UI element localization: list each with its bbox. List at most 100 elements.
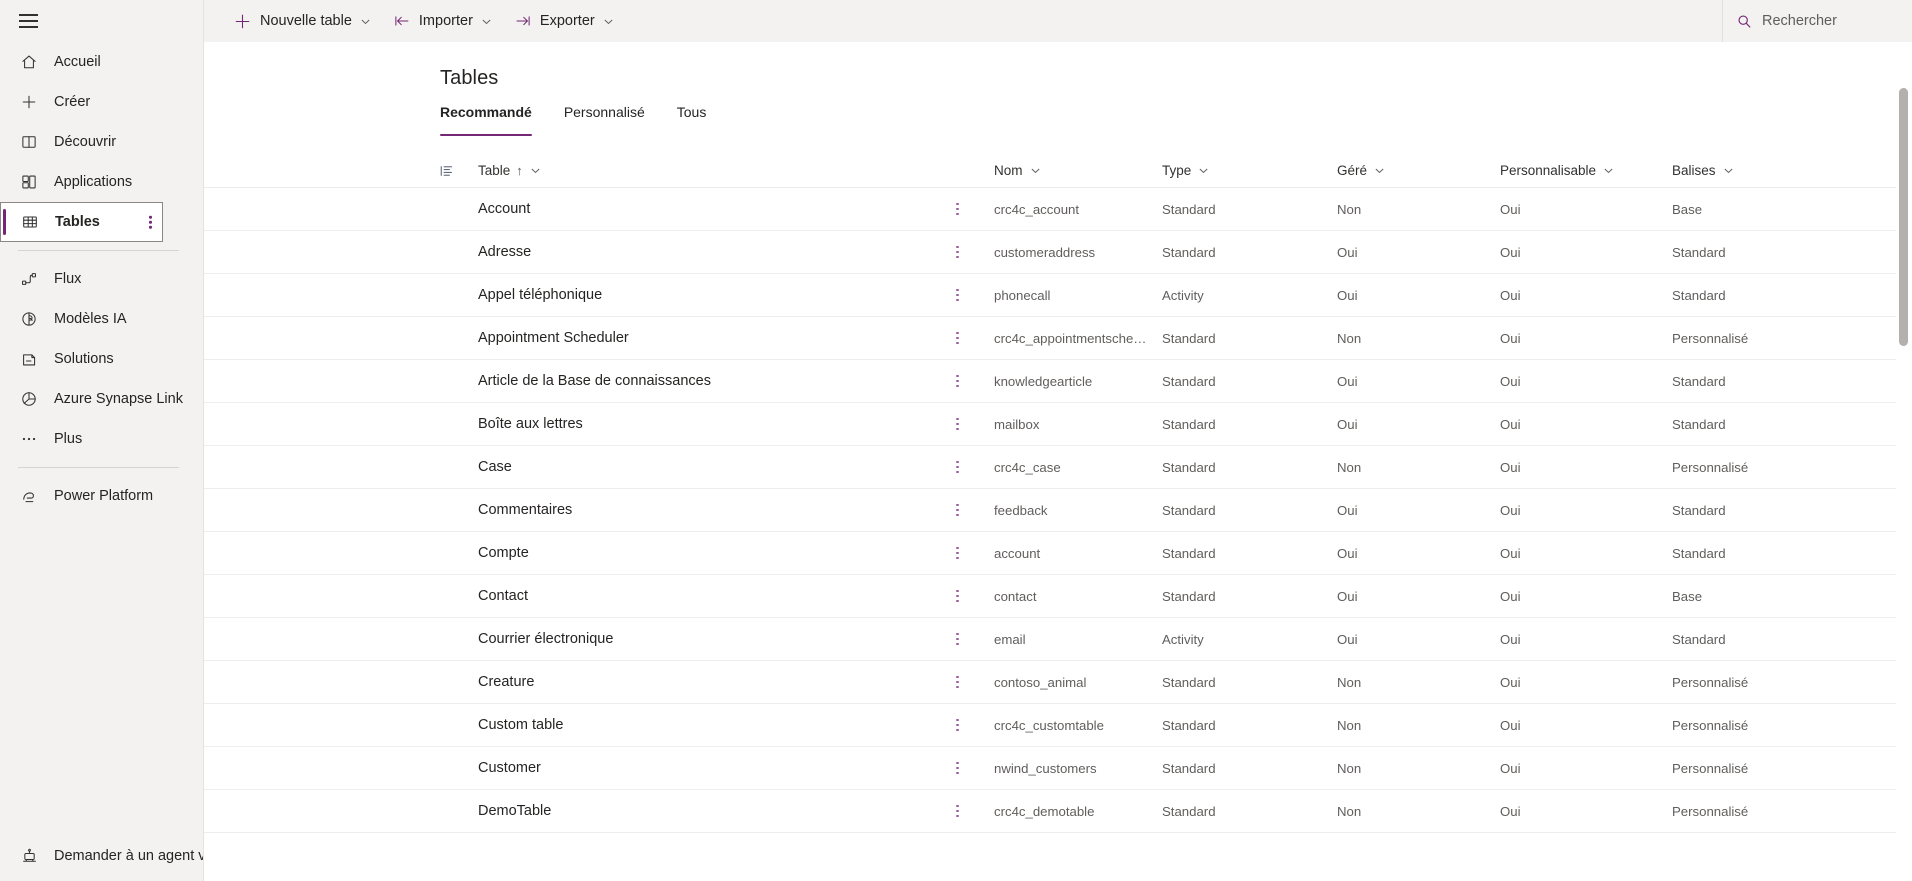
ask-virtual-agent-button[interactable]: Demander à un agent virt [0, 837, 203, 875]
column-header-nom[interactable]: Nom [994, 163, 1162, 178]
sidebar-item-solutions[interactable]: Solutions [0, 339, 203, 379]
table-row[interactable]: Contact contact Standard Oui Oui Base [204, 575, 1912, 618]
table-row[interactable]: Creature contoso_animal Standard Non Oui Pers… [204, 661, 1912, 704]
tab-tous[interactable]: Tous [677, 104, 707, 136]
column-header-table[interactable]: Table ↑ [478, 163, 956, 178]
chevron-down-icon[interactable] [360, 16, 371, 27]
more-vertical-icon[interactable] [956, 804, 959, 818]
scrollbar-thumb[interactable] [1899, 88, 1908, 346]
cell-table-display-name: Article de la Base de connaissances [478, 373, 711, 389]
table-icon [19, 212, 41, 232]
table-row[interactable]: Customer nwind_customers Standard Non Oui Per… [204, 747, 1912, 790]
sidebar-item-power-platform[interactable]: Power Platform [0, 476, 203, 516]
sidebar-item-mod-les-ia[interactable]: Modèles IA [0, 299, 203, 339]
sidebar-item-cr-er[interactable]: Créer [0, 82, 203, 122]
row-menu-cell[interactable] [956, 632, 994, 646]
column-header-personnalisable[interactable]: Personnalisable [1500, 163, 1672, 178]
chevron-down-icon[interactable] [1603, 165, 1614, 176]
sidebar-item-label: Flux [54, 271, 82, 287]
cell-nom: knowledgearticle [994, 373, 1093, 389]
table-row[interactable]: Boîte aux lettres mailbox Standard Oui Oui St… [204, 403, 1912, 446]
more-vertical-icon[interactable] [956, 675, 959, 689]
ask-virtual-agent-label: Demander à un agent virt [54, 848, 203, 864]
chevron-down-icon[interactable] [481, 16, 492, 27]
more-vertical-icon[interactable] [956, 589, 959, 603]
more-vertical-icon[interactable] [956, 245, 959, 259]
row-menu-cell[interactable] [956, 245, 994, 259]
column-header-gere[interactable]: Géré [1337, 163, 1500, 178]
command-nouvelle-table-button[interactable]: Nouvelle table [224, 5, 380, 37]
table-row[interactable]: Commentaires feedback Standard Oui Oui Standa… [204, 489, 1912, 532]
table-row[interactable]: Appointment Scheduler crc4c_appointmentsc… [204, 317, 1912, 360]
vertical-scrollbar[interactable] [1896, 84, 1912, 881]
more-vertical-icon[interactable] [956, 288, 959, 302]
chevron-down-icon[interactable] [1030, 165, 1041, 176]
table-row[interactable]: Courrier électronique email Activity Oui Oui… [204, 618, 1912, 661]
table-row[interactable]: Account crc4c_account Standard Non Oui Base [204, 188, 1912, 231]
search-input[interactable] [1762, 13, 1892, 29]
row-menu-cell[interactable] [956, 589, 994, 603]
sidebar-item-applications[interactable]: Applications [0, 162, 203, 202]
search-box[interactable] [1722, 0, 1912, 42]
sort-list-icon[interactable] [440, 164, 478, 178]
chevron-down-icon[interactable] [1723, 165, 1734, 176]
row-menu-cell[interactable] [956, 761, 994, 775]
row-menu-cell[interactable] [956, 460, 994, 474]
more-vertical-icon[interactable] [956, 202, 959, 216]
row-menu-cell[interactable] [956, 503, 994, 517]
column-header-type[interactable]: Type [1162, 163, 1337, 178]
table-row[interactable]: Appel téléphonique phonecall Activity Oui Ou… [204, 274, 1912, 317]
cell-type: Standard [1162, 459, 1216, 475]
chevron-down-icon[interactable] [603, 16, 614, 27]
row-menu-cell[interactable] [956, 331, 994, 345]
sidebar-item-tables[interactable]: Tables [0, 202, 163, 242]
cell-nom: crc4c_customtable [994, 717, 1104, 733]
chevron-down-icon[interactable] [1198, 165, 1209, 176]
tab-personnalis[interactable]: Personnalisé [564, 104, 645, 136]
sort-ascending-icon: ↑ [516, 163, 523, 178]
sidebar-item-azure-synapse-link[interactable]: Azure Synapse Link [0, 379, 203, 419]
plus-icon [233, 12, 252, 31]
sidebar-item-d-couvrir[interactable]: Découvrir [0, 122, 203, 162]
chevron-down-icon[interactable] [1374, 165, 1385, 176]
row-menu-cell[interactable] [956, 288, 994, 302]
more-vertical-icon[interactable] [956, 503, 959, 517]
row-menu-cell[interactable] [956, 202, 994, 216]
more-vertical-icon[interactable] [956, 632, 959, 646]
table-row[interactable]: Custom table crc4c_customtable Standard Non… [204, 704, 1912, 747]
chevron-down-icon[interactable] [530, 165, 541, 176]
more-vertical-icon[interactable] [956, 460, 959, 474]
table-row[interactable]: DemoTable crc4c_demotable Standard Non Oui Pe… [204, 790, 1912, 833]
app-root: Accueil Créer Découvrir Applications Tables F… [0, 0, 1912, 881]
row-menu-cell[interactable] [956, 675, 994, 689]
more-vertical-icon[interactable] [956, 546, 959, 560]
table-row[interactable]: Adresse customeraddress Standard Oui Oui Stan… [204, 231, 1912, 274]
more-vertical-icon[interactable] [956, 331, 959, 345]
sidebar-item-plus[interactable]: Plus [0, 419, 203, 459]
row-menu-cell[interactable] [956, 718, 994, 732]
row-menu-cell[interactable] [956, 804, 994, 818]
more-vertical-icon[interactable] [956, 417, 959, 431]
command-label: Nouvelle table [260, 13, 352, 29]
sidebar-item-label: Créer [54, 94, 91, 110]
more-vertical-icon[interactable] [956, 718, 959, 732]
tab-recommand[interactable]: Recommandé [440, 104, 532, 136]
cell-gere: Oui [1337, 416, 1358, 432]
table-row[interactable]: Compte account Standard Oui Oui Standard [204, 532, 1912, 575]
row-menu-cell[interactable] [956, 374, 994, 388]
table-row[interactable]: Article de la Base de connaissances knowl… [204, 360, 1912, 403]
hamburger-menu-icon[interactable] [4, 0, 52, 42]
command-importer-button[interactable]: Importer [384, 5, 501, 37]
cell-nom: email [994, 631, 1026, 647]
column-header-balises[interactable]: Balises [1672, 163, 1876, 178]
column-header-nom-label: Nom [994, 163, 1023, 178]
table-row[interactable]: Case crc4c_case Standard Non Oui Personnalisé [204, 446, 1912, 489]
sidebar-item-flux[interactable]: Flux [0, 259, 203, 299]
sidebar-item-accueil[interactable]: Accueil [0, 42, 203, 82]
row-menu-cell[interactable] [956, 546, 994, 560]
more-vertical-icon[interactable] [956, 374, 959, 388]
command-exporter-button[interactable]: Exporter [505, 5, 623, 37]
more-vertical-icon[interactable] [149, 215, 152, 229]
row-menu-cell[interactable] [956, 417, 994, 431]
more-vertical-icon[interactable] [956, 761, 959, 775]
